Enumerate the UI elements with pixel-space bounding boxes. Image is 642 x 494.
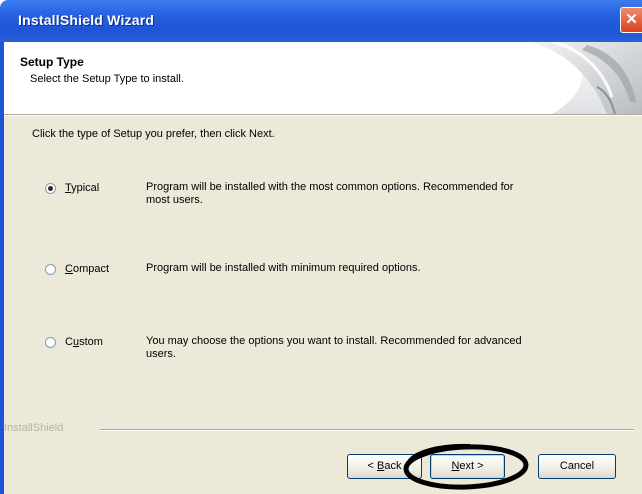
window-title: InstallShield Wizard <box>18 12 155 28</box>
installshield-brand-label: InstallShield <box>4 422 64 434</box>
close-button[interactable]: ✕ <box>620 7 642 33</box>
page-subtitle: Select the Setup Type to install. <box>30 73 184 85</box>
title-bar[interactable]: InstallShield Wizard ✕ <box>0 0 642 42</box>
page-title: Setup Type <box>20 55 84 69</box>
header-separator <box>4 114 642 116</box>
highlight-circle-annotation <box>403 443 529 490</box>
installshield-header-art-icon <box>512 42 642 114</box>
installshield-wizard-window: InstallShield Wizard ✕ Setup Type Select… <box>0 0 642 494</box>
option-custom-label[interactable]: Custom <box>65 336 103 348</box>
cancel-button[interactable]: Cancel <box>538 454 616 479</box>
radio-custom[interactable] <box>45 337 56 348</box>
option-compact-label[interactable]: Compact <box>65 263 109 275</box>
option-compact-description: Program will be installed with minimum r… <box>146 262 421 274</box>
instruction-text: Click the type of Setup you prefer, then… <box>32 128 275 140</box>
radio-compact[interactable] <box>45 264 56 275</box>
close-icon: ✕ <box>625 11 638 28</box>
option-typical-label[interactable]: Typical <box>65 182 99 194</box>
option-typical-description: Program will be installed with the most … <box>146 181 514 206</box>
radio-typical[interactable] <box>45 183 56 194</box>
header-panel: Setup Type Select the Setup Type to inst… <box>4 42 642 114</box>
brand-separator <box>100 429 634 431</box>
option-custom-description: You may choose the options you want to i… <box>146 335 522 360</box>
